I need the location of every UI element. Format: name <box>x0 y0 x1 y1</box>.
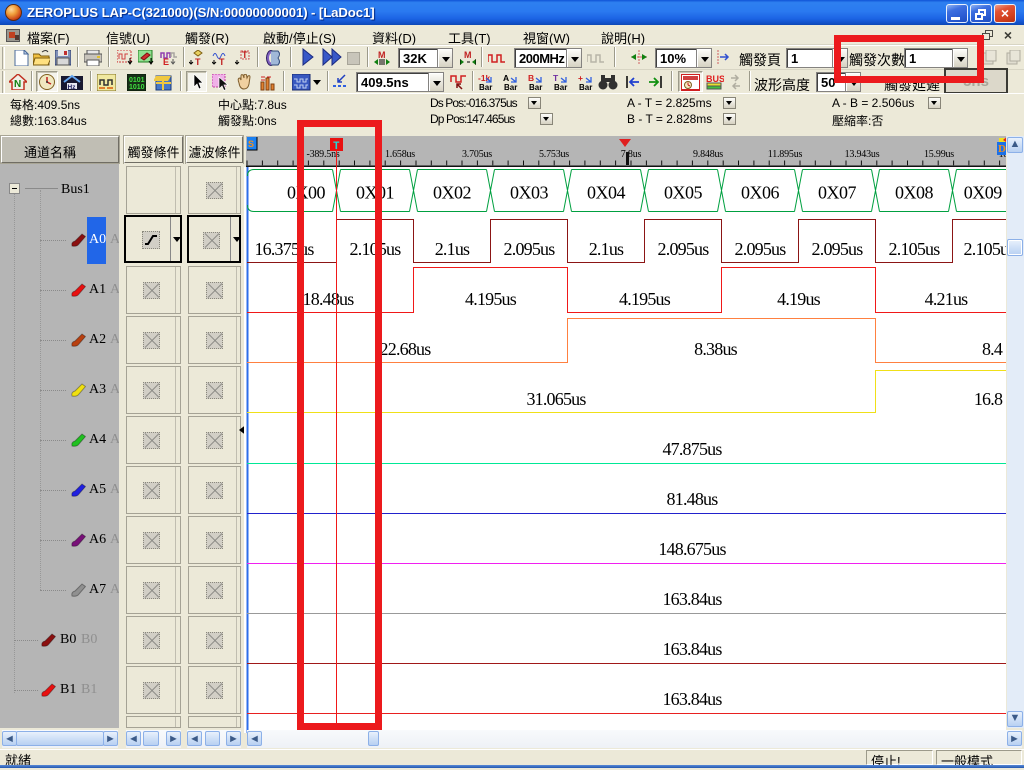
svg-text:163.84us: 163.84us <box>662 589 722 609</box>
svg-text:T: T <box>195 57 201 66</box>
svg-text:31.065us: 31.065us <box>526 389 586 409</box>
svg-text:0X05: 0X05 <box>664 183 702 203</box>
svg-text:B: B <box>528 74 534 83</box>
svg-text:Bar: Bar <box>504 83 517 91</box>
svg-text:2.095us: 2.095us <box>504 239 556 259</box>
svg-text:22.68us: 22.68us <box>380 339 432 359</box>
svg-text:0X03: 0X03 <box>510 183 548 203</box>
svg-text:T: T <box>219 57 225 66</box>
svg-text:2.105us: 2.105us <box>964 239 1006 259</box>
svg-text:163.84us: 163.84us <box>662 689 722 709</box>
svg-text:13.943us: 13.943us <box>845 149 880 160</box>
svg-text:15.99us: 15.99us <box>924 149 954 160</box>
svg-text:Bar: Bar <box>529 83 542 91</box>
svg-text:0X07: 0X07 <box>818 183 856 203</box>
svg-text:8.4: 8.4 <box>982 339 1003 359</box>
svg-text:16.8: 16.8 <box>974 389 1003 409</box>
svg-text:47.875us: 47.875us <box>662 439 722 459</box>
svg-text:163.84us: 163.84us <box>662 639 722 659</box>
svg-text:2.095us: 2.095us <box>735 239 787 259</box>
svg-text:0X02: 0X02 <box>433 183 471 203</box>
svg-text:0X04: 0X04 <box>587 183 625 203</box>
svg-text:4.195us: 4.195us <box>465 289 517 309</box>
svg-text:0X06: 0X06 <box>741 183 779 203</box>
svg-text:0X08: 0X08 <box>895 183 933 203</box>
svg-text:A: A <box>503 74 509 83</box>
svg-text:1.658us: 1.658us <box>385 149 415 160</box>
svg-text:148.675us: 148.675us <box>658 539 726 559</box>
svg-text:2.1us: 2.1us <box>589 239 624 259</box>
svg-text:81.48us: 81.48us <box>667 489 719 509</box>
svg-text:8.38us: 8.38us <box>694 339 738 359</box>
svg-text:9.848us: 9.848us <box>693 149 723 160</box>
svg-text:7.8us: 7.8us <box>621 149 642 160</box>
svg-text:0101: 0101 <box>129 77 145 84</box>
svg-text:2.1us: 2.1us <box>435 239 470 259</box>
svg-text:E: E <box>163 57 169 66</box>
svg-text:Bar: Bar <box>554 83 567 91</box>
svg-text:M: M <box>464 50 472 60</box>
svg-text:T: T <box>553 74 559 83</box>
svg-text:D: D <box>998 143 1006 155</box>
svg-text:2.105us: 2.105us <box>889 239 941 259</box>
svg-text:4.195us: 4.195us <box>619 289 671 309</box>
svg-text:Bar: Bar <box>479 83 492 91</box>
svg-text:1010: 1010 <box>129 84 145 91</box>
svg-text:5.753us: 5.753us <box>539 149 569 160</box>
svg-text:0X09: 0X09 <box>964 183 1002 203</box>
svg-text:2.095us: 2.095us <box>812 239 864 259</box>
svg-text:S: S <box>248 139 254 149</box>
svg-text:M: M <box>378 50 386 60</box>
svg-text:4.19us: 4.19us <box>777 289 821 309</box>
svg-text:3.705us: 3.705us <box>462 149 492 160</box>
svg-text:4.21us: 4.21us <box>925 289 969 309</box>
svg-text:2.095us: 2.095us <box>658 239 710 259</box>
svg-text:T: T <box>242 50 248 60</box>
svg-text:+: + <box>578 74 583 83</box>
svg-text:Bar: Bar <box>579 83 592 91</box>
svg-text:11.895us: 11.895us <box>768 149 803 160</box>
